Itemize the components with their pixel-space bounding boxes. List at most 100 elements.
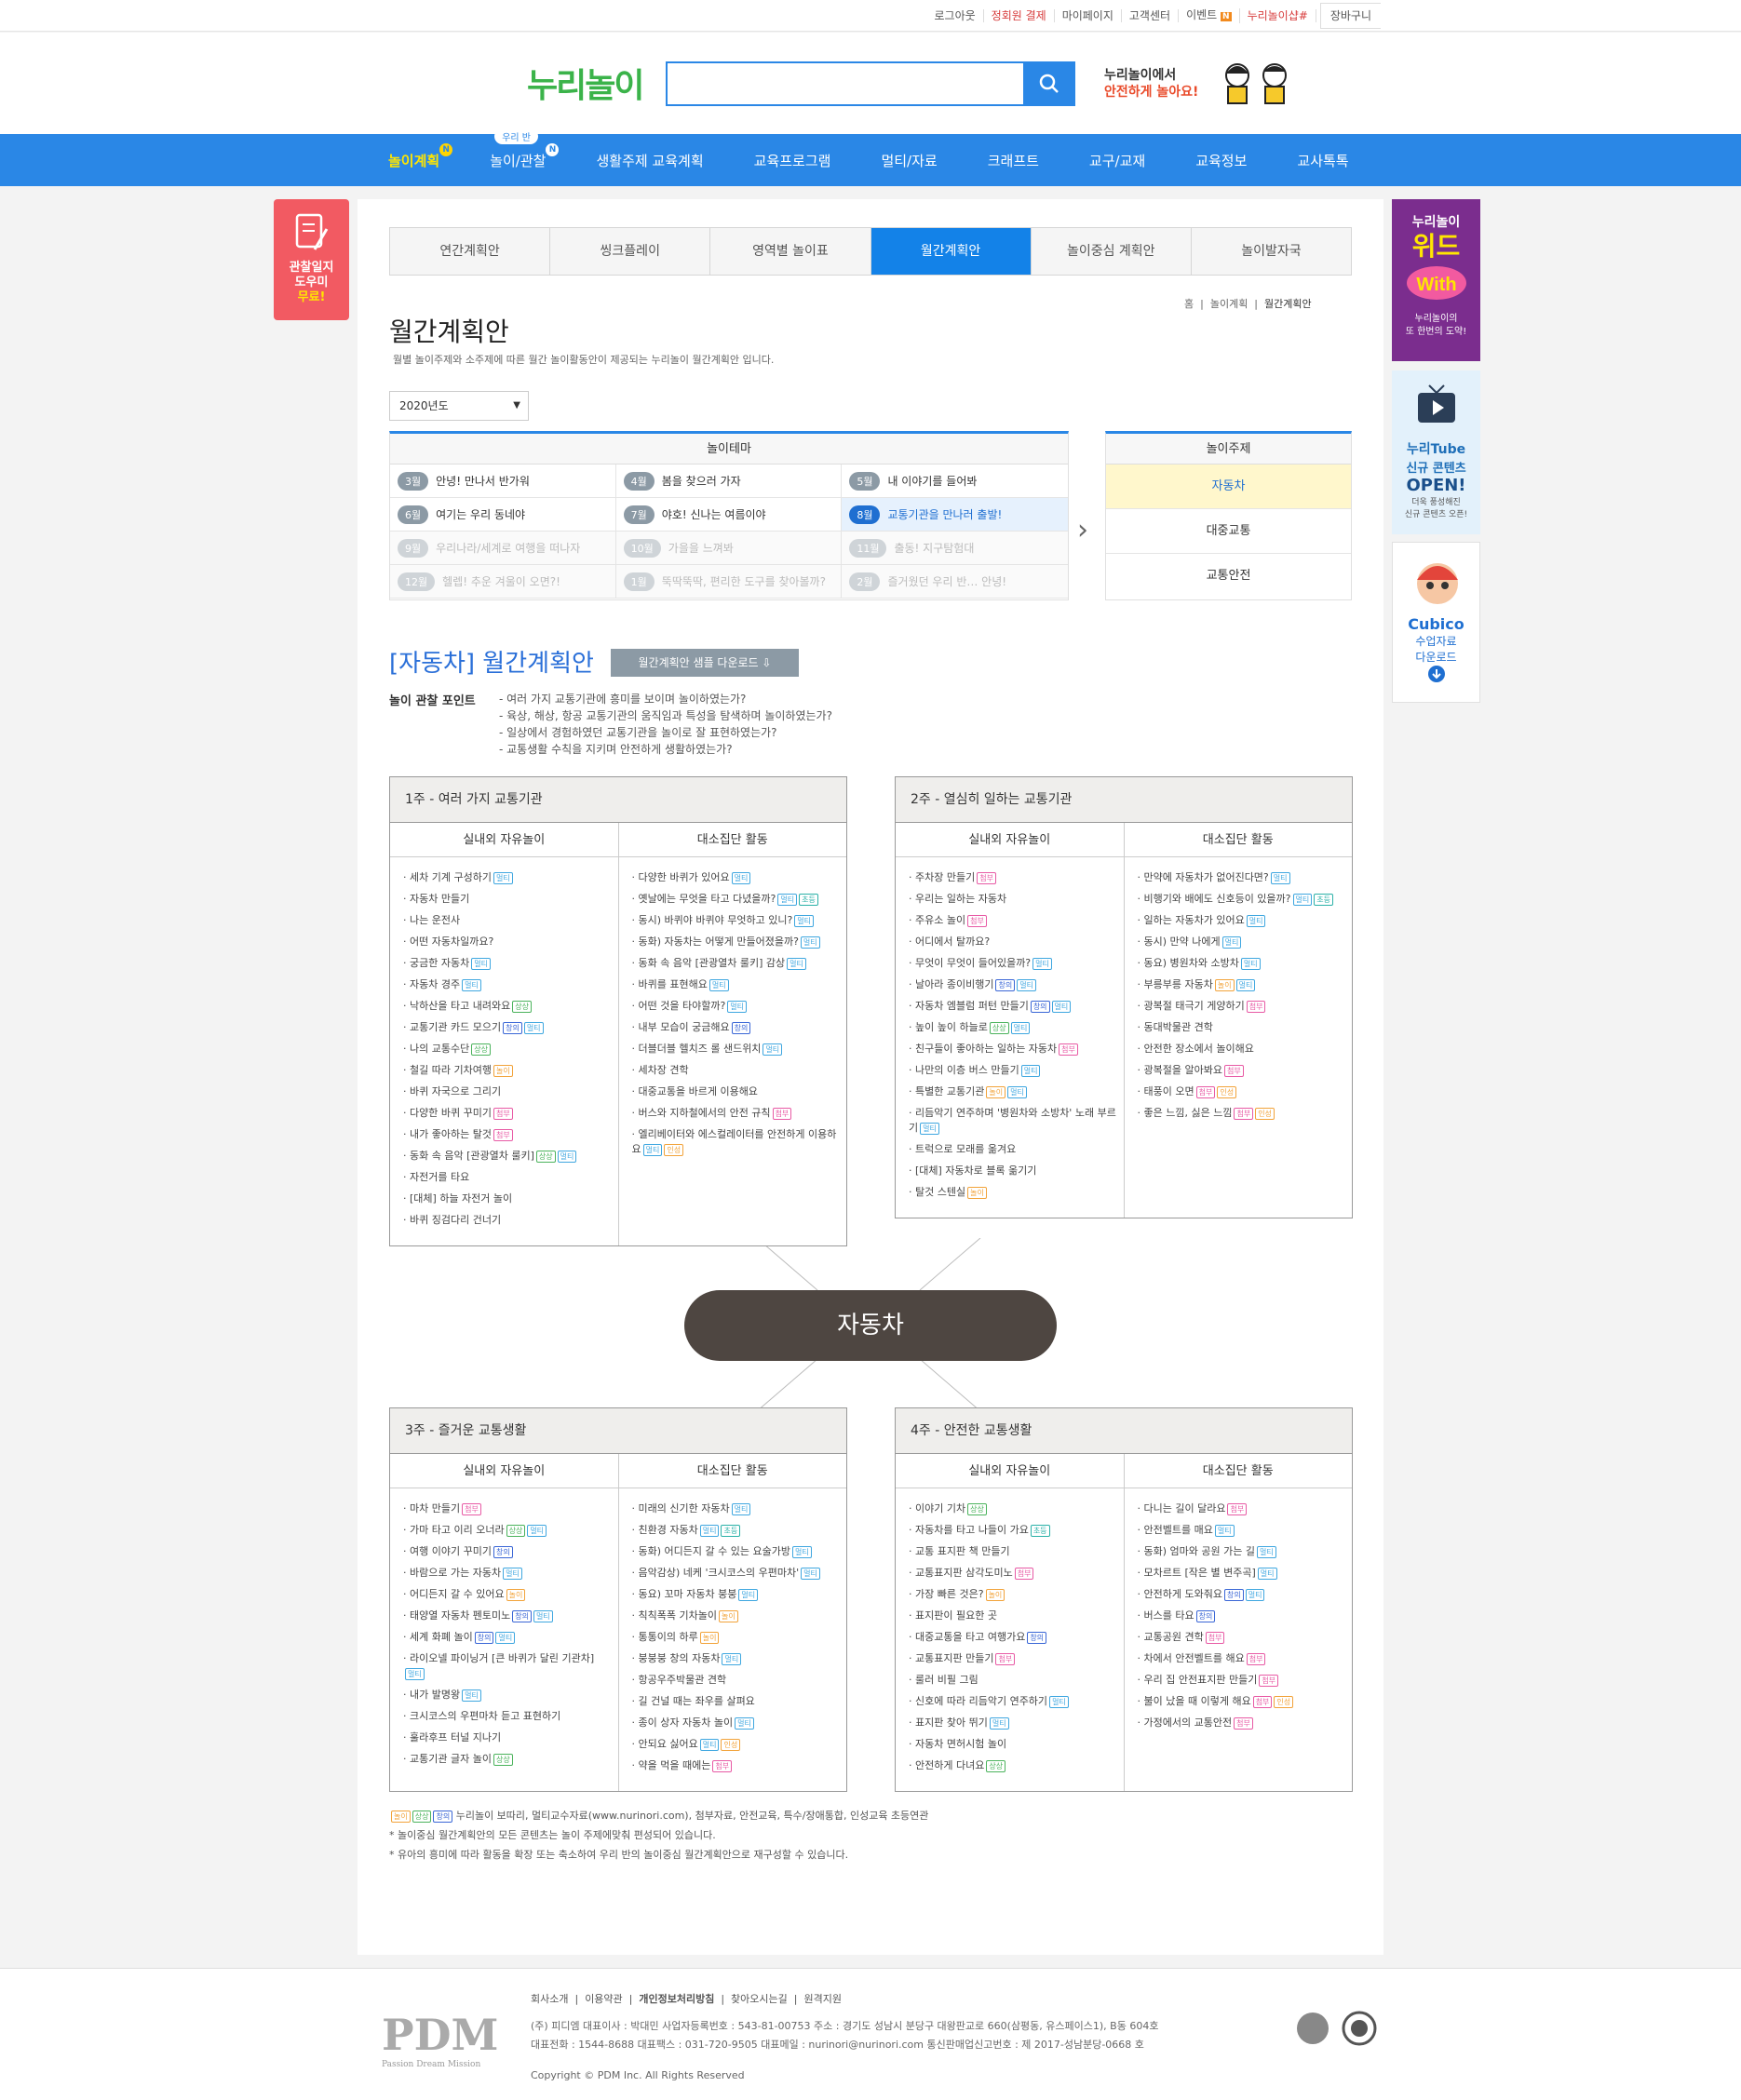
activity-item[interactable]: 동요) 꼬마 자동차 붕붕멀티 [632,1587,842,1602]
activity-item[interactable]: 바퀴 자국으로 그리기 [403,1084,613,1099]
footer-link[interactable]: 찾아오시는길 [731,1993,788,2005]
activity-item[interactable]: 라이오넬 파이닝거 [큰 바퀴가 달린 기관차] 멀티 [403,1651,613,1681]
activity-item[interactable]: 탈것 스텐실놀이 [909,1185,1118,1200]
activity-item[interactable]: 안전하게 다녀요상상 [909,1758,1118,1773]
search-button[interactable] [1023,61,1075,106]
activity-item[interactable]: 동화) 자동차는 어떻게 만들어졌을까?멀티 [632,935,842,949]
activity-item[interactable]: 마차 만들기첨부 [403,1501,613,1516]
with-banner[interactable]: 누리놀이 위드 With 누리놀이의 또 한번의 도약! [1392,199,1480,361]
nuritube-banner[interactable]: 누리Tube 신규 콘텐츠 OPEN! 더욱 풍성해진 신규 콘텐츠 오픈! [1392,370,1480,534]
activity-item[interactable]: 가장 빠른 것은?놀이 [909,1587,1118,1602]
breadcrumb-play-plan[interactable]: 놀이계획 [1210,298,1248,310]
activity-item[interactable]: 가마 타고 이리 오너라상상멀티 [403,1523,613,1538]
subject-item[interactable]: 대중교통 [1106,509,1351,554]
activity-item[interactable]: 자동차 만들기 [403,892,613,907]
activity-item[interactable]: 옛날에는 무엇을 타고 다녔을까?멀티초등 [632,892,842,907]
activity-item[interactable]: 가정에서의 교통안전첨부 [1138,1716,1347,1730]
activity-item[interactable]: 주차장 만들기첨부 [909,870,1118,885]
tab-area-play[interactable]: 영역별 놀이표 [710,228,871,275]
theme-month-item[interactable]: 12월 헬렙! 추운 겨울이 오면?! [390,565,616,599]
activity-item[interactable]: 모차르트 [작은 별 변주곡]멀티 [1138,1566,1347,1581]
activity-item[interactable]: 우리는 일하는 자동차 [909,892,1118,907]
nav-craft[interactable]: 크래프트 [963,151,1064,170]
activity-item[interactable]: 동화 속 음악 [관광열차 룰키]상상멀티 [403,1149,613,1164]
activity-item[interactable]: 다니는 길이 달라요첨부 [1138,1501,1347,1516]
activity-item[interactable]: 어떤 것을 타야할까?멀티 [632,999,842,1014]
subject-item[interactable]: 교통안전 [1106,554,1351,599]
activity-item[interactable]: 만약에 자동차가 없어진다면?멀티 [1138,870,1347,885]
mypage-link[interactable]: 마이페이지 [1055,9,1122,22]
activity-item[interactable]: 룰러 비필 그림 [909,1673,1118,1688]
sample-download-button[interactable]: 월간계획안 샘플 다운로드 ⇩ [611,649,799,677]
activity-item[interactable]: 일하는 자동차가 있어요멀티 [1138,913,1347,928]
activity-item[interactable]: 나는 운전사 [403,913,613,928]
theme-month-item[interactable]: 1월 뚝딱뚝딱, 편리한 도구를 찾아볼까? [615,565,843,599]
activity-item[interactable]: 내가 발명왕멀티 [403,1688,613,1703]
activity-item[interactable]: 이야기 기차상상 [909,1501,1118,1516]
activity-item[interactable]: 바퀴를 표현해요멀티 [632,977,842,992]
theme-month-item[interactable]: 10월 가을을 느껴봐 [615,532,843,565]
activity-item[interactable]: 동화) 어디든지 갈 수 있는 요술가방멀티 [632,1544,842,1559]
tab-think-play[interactable]: 씽크플레이 [550,228,711,275]
activity-item[interactable]: 내가 좋아하는 탈것첨부 [403,1127,613,1142]
theme-month-item[interactable]: 4월 봄을 찾으러 가자 [615,464,843,498]
activity-item[interactable]: 크시코스의 우편마차 듣고 표현하기 [403,1709,613,1724]
activity-item[interactable]: 교통기관 글자 놀이상상 [403,1752,613,1767]
nav-life-theme[interactable]: 생활주제 교육계획 [571,151,728,170]
activity-item[interactable]: 동시) 만약 나에게멀티 [1138,935,1347,949]
breadcrumb-home[interactable]: 홈 [1184,298,1194,310]
activity-item[interactable]: 통통이의 하루놀이 [632,1630,842,1645]
activity-item[interactable]: 훌라후프 터널 지나기 [403,1730,613,1745]
activity-item[interactable]: 안전하게 도와줘요창의멀티 [1138,1587,1347,1602]
shop-link[interactable]: 누리놀이샵# [1240,9,1316,22]
cubico-banner[interactable]: Cubico 수업자료 다운로드 [1392,542,1480,703]
nav-teaching-tools[interactable]: 교구/교재 [1064,151,1170,170]
activity-item[interactable]: 궁금한 자동차멀티 [403,956,613,971]
activity-item[interactable]: 동시) 바퀴야 바퀴야 무엇하고 있니?멀티 [632,913,842,928]
observation-diary-banner[interactable]: 관찰일지 도우미 무료! [274,199,349,320]
nav-teacher-talk[interactable]: 교사톡톡 [1272,151,1373,170]
activity-item[interactable]: 특별한 교통기관놀이멀티 [909,1084,1118,1099]
nav-play-observation[interactable]: 우리 반 놀이/관찰 N [465,128,571,170]
activity-item[interactable]: [대체] 하늘 자전거 놀이 [403,1191,613,1206]
activity-item[interactable]: 트럭으로 모래를 옮겨요 [909,1142,1118,1157]
activity-item[interactable]: 세계 화폐 놀이창의멀티 [403,1630,613,1645]
activity-item[interactable]: 자동차 경주멀티 [403,977,613,992]
site-logo[interactable]: 누리놀이 [527,59,644,107]
activity-item[interactable]: 리듬악기 연주하며 '병원차와 소방차' 노래 부르기멀티 [909,1106,1118,1136]
activity-item[interactable]: 동대박물관 견학 [1138,1020,1347,1035]
activity-item[interactable]: 비행기와 배에도 신호등이 있을까?멀티초등 [1138,892,1347,907]
theme-month-item[interactable]: 9월 우리나라/세계로 여행을 떠나자 [390,532,616,565]
activity-item[interactable]: 태양열 자동차 펜토미노창의멀티 [403,1609,613,1623]
activity-item[interactable]: 동요) 병원차와 소방차멀티 [1138,956,1347,971]
activity-item[interactable]: 약을 먹을 때에는첨부 [632,1758,842,1773]
activity-item[interactable]: 주유소 놀이첨부 [909,913,1118,928]
activity-item[interactable]: 세차 기계 구성하기멀티 [403,870,613,885]
activity-item[interactable]: 교통공원 견학첨부 [1138,1630,1347,1645]
activity-item[interactable]: 자동차 면허시험 놀이 [909,1737,1118,1752]
activity-item[interactable]: 차에서 안전벨트를 해요첨부 [1138,1651,1347,1666]
search-input[interactable] [666,61,1075,106]
theme-month-item[interactable]: 6월 여기는 우리 동네야 [390,498,616,532]
activity-item[interactable]: 바람으로 가는 자동차멀티 [403,1566,613,1581]
theme-month-item[interactable]: 2월 즐거웠던 우리 반… 안녕! [842,565,1068,599]
activity-item[interactable]: 나만의 이층 버스 만들기멀티 [909,1063,1118,1078]
nav-edu-info[interactable]: 교육정보 [1170,151,1272,170]
activity-item[interactable]: [대체] 자동차로 블록 옮기기 [909,1164,1118,1178]
activity-item[interactable]: 안되요 싫어요멀티인성 [632,1737,842,1752]
cart-link[interactable]: 장바구니 [1319,3,1381,29]
activity-item[interactable]: 다양한 바퀴 꾸미기첨부 [403,1106,613,1121]
activity-item[interactable]: 태풍이 오면첨부인성 [1138,1084,1347,1099]
activity-item[interactable]: 불이 났을 때 이렇게 해요첨부인성 [1138,1694,1347,1709]
activity-item[interactable]: 길 건널 때는 좌우를 살펴요 [632,1694,842,1709]
activity-item[interactable]: 자동차를 타고 나들이 가요초등 [909,1523,1118,1538]
footer-link[interactable]: 이용약관 [585,1993,622,2005]
tab-annual-plan[interactable]: 연간계획안 [390,228,551,275]
event-link[interactable]: 이벤트 N [1179,8,1240,23]
activity-item[interactable]: 미래의 신기한 자동차멀티 [632,1501,842,1516]
activity-item[interactable]: 자동차 엠블럼 퍼턴 만들기창의멀티 [909,999,1118,1014]
activity-item[interactable]: 버스를 타요창의 [1138,1609,1347,1623]
theme-month-item[interactable]: 5월 내 이야기를 들어봐 [842,464,1068,498]
activity-item[interactable]: 다양한 바퀴가 있어요멀티 [632,870,842,885]
activity-item[interactable]: 교통 표지판 책 만들기 [909,1544,1118,1559]
